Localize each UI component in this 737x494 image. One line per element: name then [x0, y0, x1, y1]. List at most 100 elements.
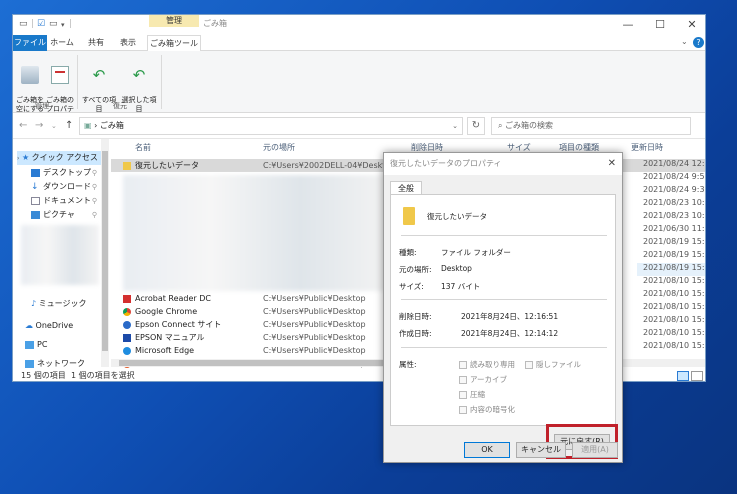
folder-icon: ▭ [19, 19, 28, 29]
help-icon[interactable]: ? [693, 37, 704, 48]
close-icon[interactable]: ✕ [608, 153, 616, 175]
navigation-pane: › ★ クイック アクセス デスクトップ ⚲ ↓ ダウンロード ⚲ ドキュメント ⚲ ピ… [13, 139, 109, 368]
minimize-icon[interactable]: — [613, 17, 643, 33]
row-modified: 2021/08/10 15:12 [643, 276, 705, 285]
row-modified: 2021/08/19 15:30 [643, 237, 705, 246]
sidebar-item-pictures[interactable]: ピクチャ ⚲ [31, 208, 101, 222]
checkbox-label: 内容の暗号化 [470, 405, 515, 414]
search-input[interactable]: ⌕ ごみ箱の検索 [491, 117, 691, 135]
blurred-rows [123, 175, 389, 291]
tab-recycle-bin-tools[interactable]: ごみ箱ツール [147, 35, 201, 52]
cancel-button[interactable]: キャンセル [516, 442, 566, 458]
readonly-checkbox[interactable]: 読み取り専用 [459, 359, 515, 370]
row-modified: 2021/08/10 15:13 [643, 328, 705, 337]
row-modified: 2021/08/19 15:34 [643, 250, 705, 259]
nav-label: ネットワーク [37, 359, 85, 368]
column-header-modified[interactable]: 更新日時 [631, 141, 663, 155]
recycle-bin-icon [21, 66, 39, 84]
row-path: C:¥Users¥Public¥Desktop [263, 294, 366, 303]
group-label-manage: 管理 [35, 102, 49, 110]
pin-icon: ⚲ [91, 197, 97, 205]
tab-share[interactable]: 共有 [83, 35, 109, 51]
ribbon-tabs: ファイル ホーム 共有 表示 ごみ箱ツール ⌄ ? [13, 35, 705, 52]
sidebar-item-desktop[interactable]: デスクトップ ⚲ [31, 166, 101, 180]
edge-icon [123, 347, 131, 355]
origin-value: Desktop [441, 264, 472, 273]
chevron-down-icon[interactable]: ▾ [61, 21, 65, 29]
tab-file[interactable]: ファイル [13, 35, 47, 51]
checkbox-label: アーカイブ [470, 375, 508, 384]
address-input[interactable]: ▣ › ごみ箱 ⌄ [79, 117, 463, 135]
back-icon[interactable]: ← [19, 120, 27, 131]
row-modified: 2021/08/23 10:26 [643, 211, 705, 220]
epson-manual-icon [123, 334, 131, 342]
status-item-count: 15 個の項目 [21, 371, 66, 380]
nav-label: ダウンロード [43, 182, 91, 191]
maximize-icon[interactable]: ☐ [645, 17, 675, 33]
compress-checkbox[interactable]: 圧縮 [459, 389, 485, 400]
sidebar-item-downloads[interactable]: ↓ ダウンロード ⚲ [31, 180, 101, 194]
apply-button[interactable]: 適用(A) [572, 442, 618, 458]
chevron-down-icon[interactable]: ⌄ [681, 37, 688, 46]
restore-icon: ↶ [92, 66, 106, 84]
properties-icon [51, 66, 69, 84]
music-icon: ♪ [31, 299, 37, 308]
row-modified: 2021/08/24 9:51 [643, 172, 706, 181]
close-icon[interactable]: ✕ [677, 17, 705, 33]
search-icon: ⌕ [498, 121, 503, 130]
nav-label: OneDrive [35, 321, 74, 330]
general-panel: 復元したいデータ 種類: ファイル フォルダー 元の場所: Desktop サイ… [390, 194, 616, 426]
star-icon: ★ [21, 153, 30, 162]
details-view-icon[interactable] [677, 371, 689, 381]
blurred-region [21, 225, 99, 285]
recycle-bin-icon: ▣ [84, 121, 92, 130]
row-name: EPSON マニュアル [135, 333, 205, 342]
row-path: C:¥Users¥Public¥Desktop [263, 333, 366, 342]
chevron-down-icon[interactable]: ⌄ [51, 122, 57, 130]
sidebar-item-pc[interactable]: PC [25, 338, 47, 352]
forward-icon[interactable]: → [35, 120, 43, 131]
checkmark-icon[interactable]: ☑ [37, 19, 45, 29]
tab-general[interactable]: 全般 [390, 181, 422, 195]
row-name: 復元したいデータ [135, 161, 199, 170]
sidebar-item-quick-access[interactable]: › ★ クイック アクセス [17, 151, 105, 165]
search-placeholder: ごみ箱の検索 [505, 121, 554, 130]
ok-button[interactable]: OK [464, 442, 510, 458]
item-name: 復元したいデータ [427, 212, 487, 221]
row-modified: 2021/06/30 11:37 [643, 224, 705, 233]
row-name: Acrobat Reader DC [135, 294, 211, 303]
download-icon: ↓ [31, 181, 39, 192]
folder-icon[interactable]: ▭ [49, 19, 58, 29]
nav-label: ミュージック [38, 299, 87, 308]
deleted-label: 削除日時: [399, 312, 432, 321]
document-icon [31, 196, 40, 205]
tab-home[interactable]: ホーム [49, 35, 75, 51]
sidebar-item-music[interactable]: ♪ ミュージック [31, 297, 87, 311]
up-icon[interactable]: ↑ [65, 120, 73, 131]
checkbox-label: 隠しファイル [536, 360, 581, 369]
pin-icon: ⚲ [91, 211, 97, 219]
row-modified: 2021/08/24 12:14 [643, 159, 705, 168]
large-icons-view-icon[interactable] [691, 371, 703, 381]
hidden-checkbox[interactable]: 隠しファイル [525, 359, 581, 370]
deleted-value: 2021年8月24日、12:16:51 [461, 312, 559, 321]
sidebar-item-onedrive[interactable]: ☁ OneDrive [25, 319, 73, 333]
chevron-down-icon[interactable]: ⌄ [452, 118, 458, 134]
encrypt-checkbox[interactable]: 内容の暗号化 [459, 404, 515, 415]
ribbon: ごみ箱を 空にする ごみ箱の プロパティ 管理 ↶ すべての項目 を元に戻す ↶… [13, 51, 705, 122]
tab-view[interactable]: 表示 [115, 35, 141, 51]
refresh-icon[interactable]: ↻ [467, 117, 485, 135]
row-path: C:¥Users¥2002DELL-04¥Desktop [263, 161, 396, 170]
column-header-name[interactable]: 名前 [135, 141, 151, 155]
nav-label: クイック アクセス [31, 153, 98, 162]
size-value: 137 バイト [441, 282, 481, 291]
folder-icon [123, 162, 131, 170]
column-header-origin[interactable]: 元の場所 [263, 141, 295, 155]
size-label: サイズ: [399, 282, 424, 291]
sidebar-item-documents[interactable]: ドキュメント ⚲ [31, 194, 101, 208]
archive-checkbox[interactable]: アーカイブ [459, 374, 507, 385]
epson-connect-icon [123, 321, 131, 329]
cloud-icon: ☁ [25, 321, 33, 330]
address-text: ごみ箱 [99, 121, 124, 130]
nav-scrollbar[interactable] [101, 139, 109, 367]
